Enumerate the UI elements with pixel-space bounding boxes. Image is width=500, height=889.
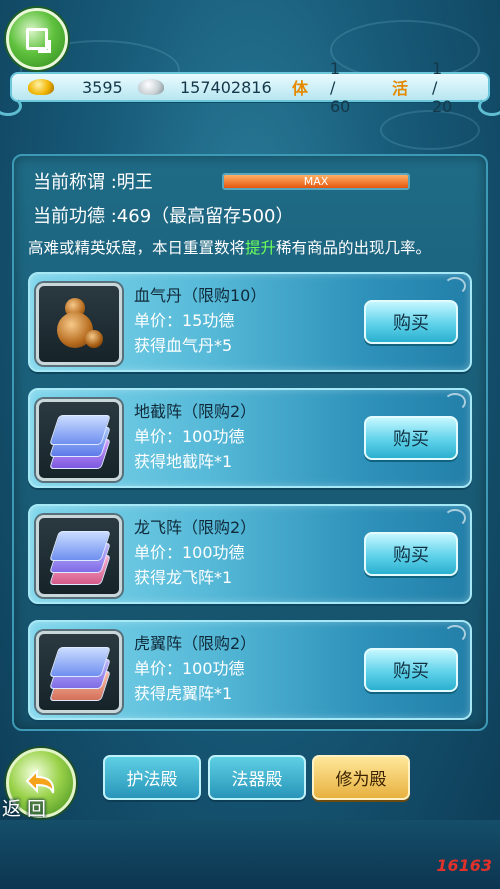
scroll-stack-icon <box>46 409 112 471</box>
rarity-note: 高难或精英妖窟，本日重置数将提升稀有商品的出现几率。 <box>28 236 431 258</box>
tab-xiuwei-hall[interactable]: 修为殿 <box>312 755 410 800</box>
note-text-before: 高难或精英妖窟，本日重置数将 <box>28 239 246 257</box>
stamina-resource: 体 1 / 60 <box>292 59 350 116</box>
item-icon-frame <box>36 399 122 481</box>
resource-bar: 3595 157402816 体 1 / 60 活 1 / 20 <box>0 59 500 116</box>
shop-item-card: 血气丹（限购10） 单价：15功德 获得血气丹*5 购买 <box>28 272 472 372</box>
item-name: 地截阵（限购2） <box>134 402 257 421</box>
card-curl-decoration <box>444 625 466 643</box>
shop-item-card: 龙飞阵（限购2） 单价：100功德 获得龙飞阵*1 购买 <box>28 504 472 604</box>
buy-button[interactable]: 购买 <box>364 416 458 460</box>
item-icon-frame <box>36 631 122 713</box>
card-curl-decoration <box>444 393 466 411</box>
tab-hufa-hall[interactable]: 护法殿 <box>103 755 201 800</box>
note-highlight: 提升 <box>245 239 277 257</box>
item-name: 血气丹（限购10） <box>134 286 267 305</box>
tab-faqi-hall[interactable]: 法器殿 <box>208 755 306 800</box>
silver-amount: 157402816 <box>180 77 272 97</box>
buy-button[interactable]: 购买 <box>364 532 458 576</box>
item-price: 单价：100功德 <box>134 543 245 562</box>
title-row: 当前称谓 :明王 <box>33 168 153 194</box>
item-price: 单价：100功德 <box>134 427 245 446</box>
progress-text: MAX <box>303 175 329 188</box>
item-name: 虎翼阵（限购2） <box>134 634 257 653</box>
shop-item-card: 地截阵（限购2） 单价：100功德 获得地截阵*1 购买 <box>28 388 472 488</box>
activity-resource: 活 1 / 20 <box>392 59 452 116</box>
buy-button[interactable]: 购买 <box>364 648 458 692</box>
scroll-stack-icon <box>46 641 112 703</box>
site-watermark: 16163 <box>436 856 492 875</box>
merit-label: 当前功德 <box>33 206 105 227</box>
title-progress-bar: MAX <box>222 173 410 190</box>
note-text-after: 稀有商品的出现几率。 <box>276 239 432 257</box>
item-reward: 获得虎翼阵*1 <box>134 684 233 703</box>
item-price: 单价：100功德 <box>134 659 245 678</box>
card-curl-decoration <box>444 277 466 295</box>
scroll-curl-right-decoration <box>478 96 500 116</box>
scroll-stack-icon <box>46 525 112 587</box>
item-reward: 获得地截阵*1 <box>134 452 233 471</box>
item-reward: 获得龙飞阵*1 <box>134 568 233 587</box>
merit-value: :469（最高留存500） <box>110 206 294 227</box>
activity-amount: 1 / 20 <box>432 58 453 116</box>
cloud-swirl-decoration <box>330 20 480 80</box>
buy-button[interactable]: 购买 <box>364 300 458 344</box>
item-price: 单价：15功德 <box>134 311 235 330</box>
gold-resource: 3595 <box>28 78 123 97</box>
title-value: :明王 <box>110 172 153 193</box>
fullscreen-button[interactable] <box>6 8 68 70</box>
activity-tag: 活 <box>392 79 409 98</box>
stamina-tag: 体 <box>292 79 309 98</box>
card-curl-decoration <box>444 509 466 527</box>
gold-ingot-icon <box>28 79 54 95</box>
cloud-swirl-decoration <box>380 110 480 150</box>
item-icon-frame <box>36 283 122 365</box>
title-label: 当前称谓 <box>33 172 105 193</box>
silver-ingot-icon <box>138 79 164 95</box>
back-label[interactable]: 返 回 <box>2 794 46 821</box>
gourd-icon <box>51 294 107 354</box>
gold-amount: 3595 <box>82 77 123 97</box>
bottom-band <box>0 820 500 889</box>
item-name: 龙飞阵（限购2） <box>134 518 257 537</box>
stamina-amount: 1 / 60 <box>330 58 351 116</box>
silver-resource: 157402816 <box>138 78 272 97</box>
item-icon-frame <box>36 515 122 597</box>
item-reward: 获得血气丹*5 <box>134 336 233 355</box>
merit-row: 当前功德 :469（最高留存500） <box>33 202 294 228</box>
square-icon <box>26 28 51 53</box>
shop-item-card: 虎翼阵（限购2） 单价：100功德 获得虎翼阵*1 购买 <box>28 620 472 720</box>
scroll-curl-left-decoration <box>0 96 22 116</box>
